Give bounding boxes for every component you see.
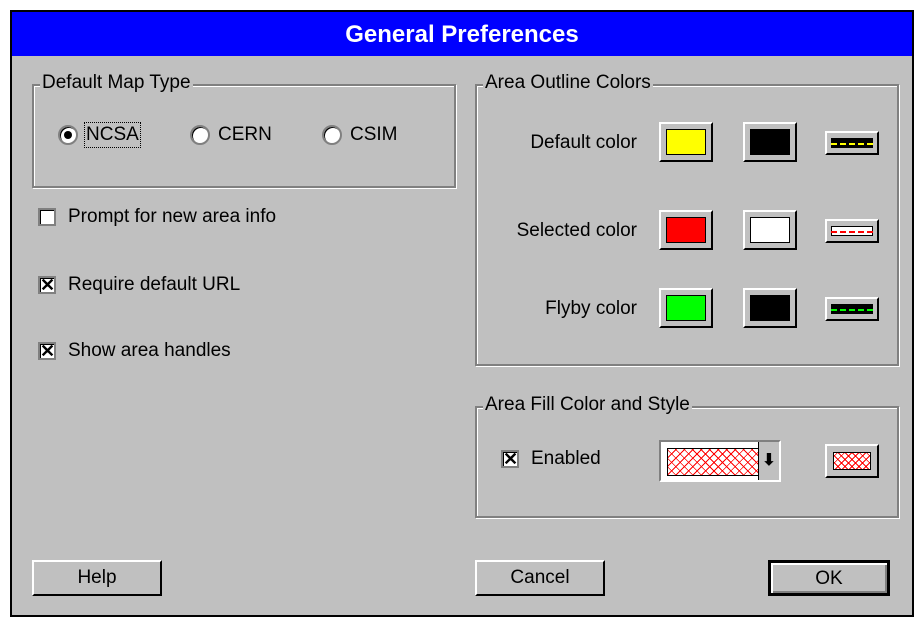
default-secondary-fill — [750, 129, 790, 155]
fill-pattern-dropdown[interactable]: ⬇ — [659, 440, 781, 482]
selected-secondary-swatch[interactable] — [743, 210, 797, 250]
show-handles-box[interactable]: ✕ — [38, 342, 56, 360]
radio-cern[interactable]: CERN — [190, 124, 272, 146]
title-bar: General Preferences — [12, 12, 912, 56]
default-color-label: Default color — [530, 132, 637, 153]
radio-cern-label: CERN — [218, 124, 272, 145]
map-type-group-label: Default Map Type — [40, 72, 193, 94]
default-primary-swatch[interactable] — [659, 122, 713, 162]
prompt-new-area-checkbox[interactable]: Prompt for new area info — [38, 206, 276, 228]
default-secondary-swatch[interactable] — [743, 122, 797, 162]
flyby-secondary-fill — [750, 295, 790, 321]
help-button[interactable]: Help — [32, 560, 162, 596]
outline-colors-group: Area Outline Colors Default color Select… — [475, 72, 899, 366]
prompt-new-area-label: Prompt for new area info — [68, 206, 277, 227]
selected-primary-swatch[interactable] — [659, 210, 713, 250]
radio-cern-indicator[interactable] — [190, 125, 210, 145]
require-url-label: Require default URL — [68, 274, 241, 295]
fill-pattern-selected — [667, 448, 761, 476]
fill-enabled-box[interactable]: ✕ — [501, 450, 519, 468]
ok-button[interactable]: OK — [768, 560, 890, 596]
flyby-primary-fill — [666, 295, 706, 321]
radio-csim[interactable]: CSIM — [322, 124, 398, 146]
require-url-checkbox[interactable]: ✕ Require default URL — [38, 274, 240, 296]
flyby-dash — [831, 309, 873, 311]
flyby-primary-swatch[interactable] — [659, 288, 713, 328]
selected-line-preview[interactable] — [825, 219, 879, 243]
show-handles-label: Show area handles — [68, 340, 231, 361]
fill-style-group-label: Area Fill Color and Style — [483, 394, 692, 416]
prompt-new-area-box[interactable] — [38, 208, 56, 226]
selected-dash — [831, 231, 873, 233]
outline-colors-group-label: Area Outline Colors — [483, 72, 653, 94]
fill-enabled-checkbox[interactable]: ✕ Enabled — [501, 448, 601, 470]
radio-csim-label: CSIM — [350, 124, 398, 145]
fill-style-group: Area Fill Color and Style ✕ Enabled ⬇ — [475, 394, 899, 518]
default-dash — [831, 143, 873, 145]
flyby-color-label: Flyby color — [545, 298, 637, 319]
radio-ncsa-label: NCSA — [84, 122, 141, 148]
fill-enabled-label: Enabled — [531, 448, 601, 469]
cancel-button[interactable]: Cancel — [475, 560, 605, 596]
selected-primary-fill — [666, 217, 706, 243]
preferences-dialog: General Preferences Default Map Type NCS… — [10, 10, 914, 617]
fill-pattern-color-button[interactable] — [825, 444, 879, 478]
require-url-box[interactable]: ✕ — [38, 276, 56, 294]
radio-ncsa[interactable]: NCSA — [58, 122, 141, 148]
default-line-preview[interactable] — [825, 131, 879, 155]
selected-color-label: Selected color — [516, 220, 637, 241]
show-handles-checkbox[interactable]: ✕ Show area handles — [38, 340, 231, 362]
fill-pattern-preview — [833, 452, 871, 470]
flyby-line-preview[interactable] — [825, 297, 879, 321]
flyby-secondary-swatch[interactable] — [743, 288, 797, 328]
dropdown-arrow-icon[interactable]: ⬇ — [758, 442, 779, 480]
map-type-group: Default Map Type NCSA CERN CSIM — [32, 72, 456, 188]
radio-csim-indicator[interactable] — [322, 125, 342, 145]
default-primary-fill — [666, 129, 706, 155]
radio-ncsa-indicator[interactable] — [58, 125, 78, 145]
selected-secondary-fill — [750, 217, 790, 243]
